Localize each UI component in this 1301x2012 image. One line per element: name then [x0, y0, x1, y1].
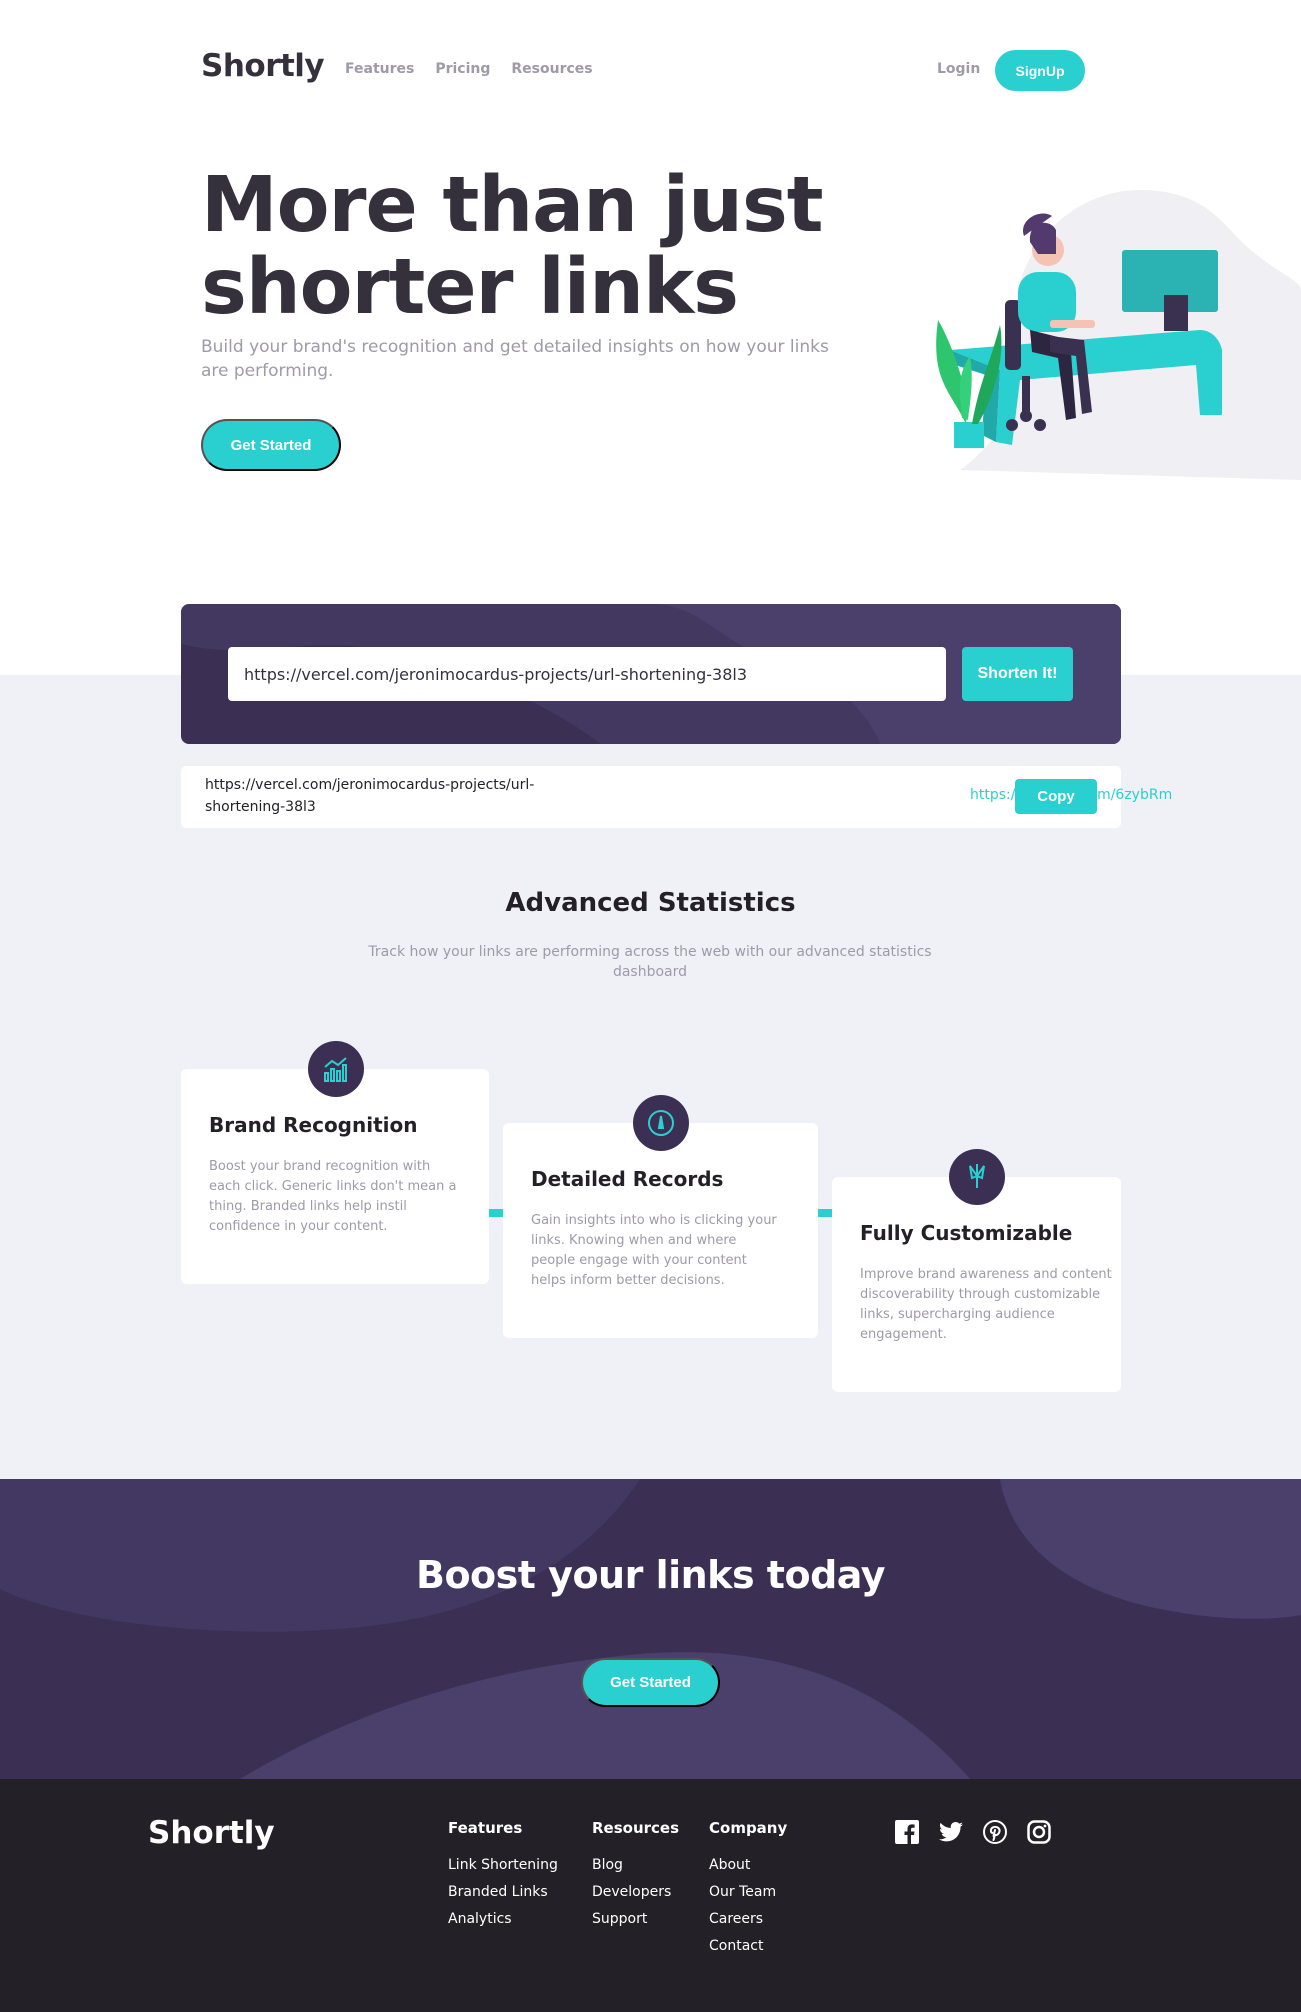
connector-line	[817, 1209, 832, 1217]
boost-section: Boost your links today Get Started	[0, 1479, 1301, 1779]
footer-link[interactable]: Our Team	[709, 1884, 787, 1901]
footer-link[interactable]: Analytics	[448, 1911, 558, 1928]
stat-card-brand-recognition: Brand Recognition Boost your brand recog…	[181, 1041, 489, 1284]
login-link[interactable]: Login	[937, 61, 980, 77]
footer-heading: Company	[709, 1819, 788, 1837]
copy-button[interactable]: Copy	[1015, 779, 1097, 814]
gauge-icon	[633, 1095, 689, 1151]
site-footer: Shortly Features Link Shortening Branded…	[0, 1779, 1301, 2012]
footer-link[interactable]: Branded Links	[448, 1884, 558, 1901]
stat-card-fully-customizable: Fully Customizable Improve brand awarene…	[832, 1149, 1121, 1392]
card-text: Boost your brand recognition with each c…	[209, 1159, 457, 1234]
footer-link[interactable]: Blog	[592, 1857, 679, 1874]
shortened-link-result: https://vercel.com/jeronimocardus-projec…	[181, 766, 1172, 828]
card-text: Gain insights into who is clicking your …	[531, 1213, 777, 1288]
hero-title: More than just shorter links	[201, 161, 824, 332]
twitter-icon[interactable]	[938, 1819, 964, 1845]
card-title: Fully Customizable	[860, 1221, 1073, 1245]
instagram-icon[interactable]	[1026, 1819, 1052, 1845]
footer-link[interactable]: Developers	[592, 1884, 679, 1901]
footer-link[interactable]: Support	[592, 1911, 679, 1928]
nav-features[interactable]: Features	[345, 61, 414, 77]
footer-link[interactable]: Link Shortening	[448, 1857, 558, 1874]
footer-link[interactable]: Contact	[709, 1938, 787, 1955]
footer-heading: Features	[448, 1819, 523, 1837]
url-input[interactable]	[228, 647, 946, 701]
nav-pricing[interactable]: Pricing	[435, 61, 490, 77]
card-title: Brand Recognition	[209, 1113, 418, 1137]
card-text: Improve brand awareness and content disc…	[860, 1267, 1112, 1342]
stat-card-detailed-records: Detailed Records Gain insights into who …	[503, 1095, 818, 1338]
footer-resources: Resources Blog Developers Support	[592, 1819, 679, 1938]
footer-logo[interactable]: Shortly	[148, 1815, 275, 1851]
boost-get-started-button[interactable]: Get Started	[581, 1658, 720, 1707]
footer-link[interactable]: About	[709, 1857, 787, 1874]
hero-subtitle: Build your brand's recognition and get d…	[201, 337, 829, 381]
nav-resources[interactable]: Resources	[511, 61, 592, 77]
footer-company: Company About Our Team Careers Contact	[709, 1819, 787, 1965]
get-started-button[interactable]: Get Started	[201, 419, 341, 471]
statistics-subtitle: Track how your links are performing acro…	[368, 944, 932, 980]
logo[interactable]: Shortly	[201, 48, 325, 84]
connector-line	[488, 1209, 504, 1217]
card-title: Detailed Records	[531, 1167, 724, 1191]
signup-button[interactable]: SignUp	[995, 50, 1085, 91]
working-illustration	[900, 180, 1301, 480]
original-url: https://vercel.com/jeronimocardus-projec…	[205, 777, 535, 815]
footer-features: Features Link Shortening Branded Links A…	[448, 1819, 558, 1938]
shorten-button[interactable]: Shorten It!	[962, 647, 1073, 701]
facebook-icon[interactable]	[894, 1819, 920, 1845]
chart-icon	[308, 1041, 364, 1097]
shorten-form: Shorten It!	[181, 604, 1121, 744]
brush-icon	[949, 1149, 1005, 1205]
boost-title: Boost your links today	[415, 1553, 886, 1597]
site-header: Shortly Features Pricing Resources Login…	[0, 0, 1301, 140]
footer-link[interactable]: Careers	[709, 1911, 787, 1928]
statistics-title: Advanced Statistics	[505, 888, 796, 918]
pinterest-icon[interactable]	[982, 1819, 1008, 1845]
footer-heading: Resources	[592, 1819, 680, 1837]
main-nav: Features Pricing Resources	[345, 61, 593, 77]
